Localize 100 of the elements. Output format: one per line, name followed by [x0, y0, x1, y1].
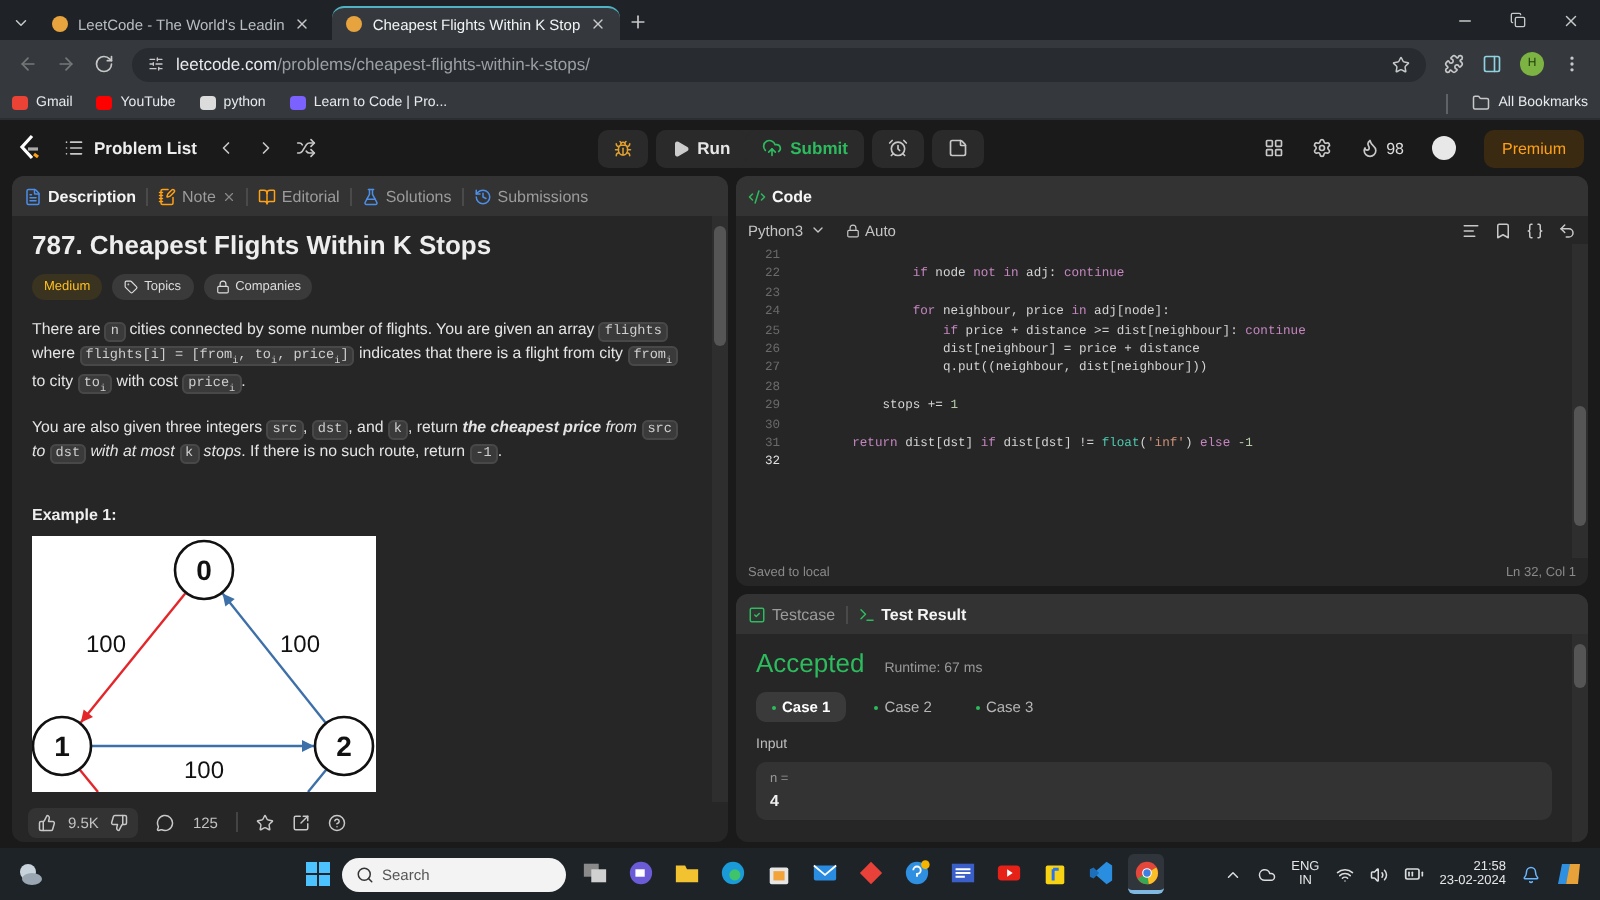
example-heading: Example 1: [32, 505, 119, 524]
panel-tab[interactable]: Editorial [257, 187, 340, 205]
panel-tab[interactable]: Test Result [857, 605, 967, 623]
flask-icon [361, 187, 380, 205]
windows-logo-icon[interactable] [304, 860, 332, 888]
premium-button[interactable]: Premium [1483, 129, 1584, 167]
extensions-icon[interactable] [1444, 54, 1464, 74]
assistant-icon[interactable] [1556, 860, 1584, 888]
edge-weight-label: 100 [85, 629, 127, 658]
layout-icon[interactable] [1264, 138, 1285, 158]
logo-icon[interactable] [16, 134, 44, 162]
format-icon[interactable] [1462, 221, 1480, 239]
volume-icon[interactable] [1369, 865, 1388, 883]
edge-weight-label: 100 [279, 629, 321, 658]
thumbs-down-icon[interactable] [110, 813, 129, 831]
taskbar-app-button[interactable] [1128, 854, 1164, 894]
graph-node: 2 [313, 714, 375, 776]
diamond-icon [857, 859, 883, 885]
streak-counter[interactable]: 98 [1360, 138, 1404, 158]
panel-tab[interactable]: Testcase [748, 605, 836, 623]
braces-icon[interactable] [1526, 221, 1544, 239]
help-icon[interactable] [327, 813, 346, 831]
terminal-icon [857, 605, 876, 623]
timer-button[interactable] [871, 129, 924, 167]
battery-icon[interactable] [1403, 864, 1424, 884]
code-editor-icon [1087, 859, 1113, 885]
bell-icon[interactable] [1522, 865, 1540, 883]
weather-icon[interactable] [16, 860, 44, 888]
caret-icon [809, 222, 826, 238]
windows-stack-icon [581, 859, 607, 885]
code-icon [748, 187, 766, 205]
panel-tab[interactable]: Description [24, 187, 137, 205]
history-icon [473, 187, 492, 205]
side-panel-icon[interactable] [1482, 54, 1502, 74]
close-icon[interactable] [1562, 11, 1580, 29]
cloud-icon[interactable] [1257, 865, 1276, 883]
edge-line [307, 768, 327, 792]
document-icon [24, 187, 42, 205]
site-info-icon[interactable] [148, 56, 164, 72]
back-icon[interactable] [18, 54, 38, 74]
scrollbar[interactable] [712, 216, 728, 802]
note-icon [158, 187, 177, 205]
alarm-clock-icon [887, 138, 908, 158]
shuffle-icon[interactable] [296, 138, 317, 158]
browser-icon [1133, 859, 1159, 885]
restore-icon[interactable] [1510, 12, 1526, 28]
flame-icon [1360, 138, 1381, 158]
graph-node: 0 [173, 538, 235, 600]
panel-tab[interactable]: Note [158, 187, 236, 205]
panel-tab[interactable]: Submissions [473, 187, 589, 205]
envelope-icon [811, 859, 837, 885]
debug-button[interactable] [597, 129, 648, 167]
video-chat-icon [627, 859, 653, 885]
tag-icon [124, 280, 139, 294]
settings-icon[interactable] [1312, 138, 1333, 158]
scrollbar[interactable] [1572, 634, 1588, 842]
verdict-text: Accepted [756, 648, 865, 678]
list-icon [64, 138, 84, 158]
graph-node: 1 [32, 714, 93, 776]
lock-icon [215, 280, 230, 294]
problem-list-button[interactable]: Problem List [64, 138, 197, 158]
browser-swirl-icon [719, 859, 745, 885]
folder-icon [1472, 94, 1491, 112]
panel-tab[interactable]: Solutions [361, 187, 452, 205]
book-icon [257, 187, 276, 205]
scrollbar[interactable] [1572, 244, 1588, 558]
star-icon[interactable] [255, 813, 274, 831]
bookmark-favicon-icon [12, 96, 28, 110]
star-icon[interactable] [1392, 55, 1410, 73]
bookmark-icon[interactable] [1494, 221, 1512, 239]
wifi-icon[interactable] [1335, 865, 1354, 883]
close-icon[interactable] [590, 16, 607, 32]
search-icon [356, 865, 374, 883]
edge-weight-label: 100 [183, 755, 225, 784]
bookmark-favicon-icon [96, 96, 113, 110]
reload-icon[interactable] [94, 54, 114, 74]
lock-icon [845, 223, 860, 237]
tab-search-icon[interactable] [12, 14, 30, 32]
share-icon[interactable] [291, 813, 310, 831]
notes-button[interactable] [931, 129, 984, 167]
forward-icon[interactable] [56, 54, 76, 74]
address-field[interactable]: leetcode.com/problems/cheapest-flights-within-k-stops/ [132, 47, 1426, 81]
bookmark-favicon-icon [289, 96, 306, 110]
comment-icon[interactable] [156, 813, 175, 831]
user-avatar[interactable] [1431, 136, 1456, 160]
note-icon [947, 138, 968, 158]
close-icon [221, 189, 236, 203]
code-tab[interactable]: Code [748, 187, 812, 205]
undo-icon[interactable] [1558, 221, 1576, 239]
favicon-icon [52, 16, 68, 32]
close-icon[interactable] [294, 16, 311, 32]
edge-line [79, 768, 99, 792]
bug-icon [613, 139, 632, 157]
new-tab-icon[interactable] [628, 12, 649, 32]
play-icon [671, 139, 690, 157]
url-text: leetcode.com/problems/cheapest-flights-within-k-stops/ [176, 54, 592, 74]
bookmark-favicon-icon [199, 96, 216, 110]
variable-value: 4 [770, 792, 781, 810]
thumbs-up-icon[interactable] [38, 813, 56, 831]
newspaper-icon [949, 859, 975, 885]
